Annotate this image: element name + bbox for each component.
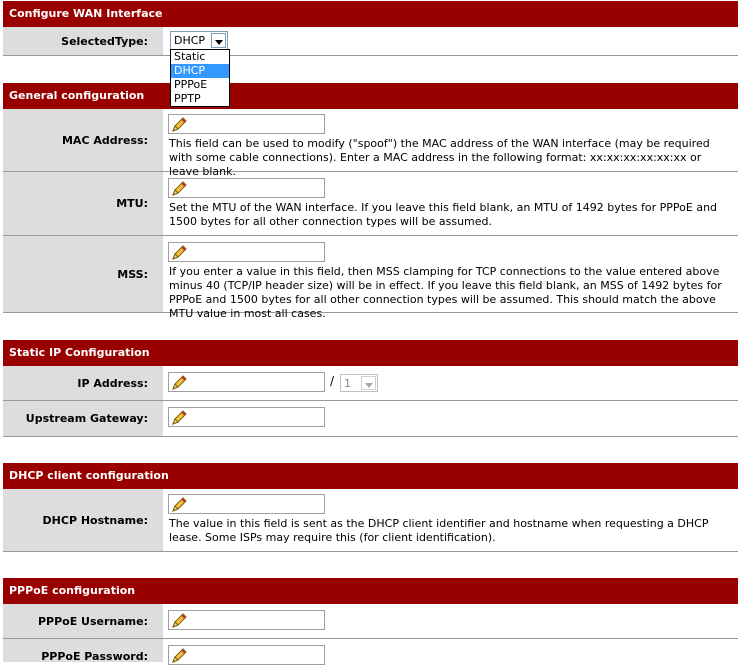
mac-row: MAC Address: This field can be used to m… — [3, 109, 738, 178]
pencil-icon — [172, 497, 187, 512]
subnet-value: 1 — [344, 377, 351, 390]
selected-type-label: SelectedType: — [3, 27, 163, 55]
dhcp-hostname-row: DHCP Hostname: The value in this field i… — [3, 489, 738, 552]
dhcp-client-header: DHCP client configuration — [3, 463, 738, 489]
option-pppoe[interactable]: PPPoE — [171, 78, 229, 92]
ip-address-input[interactable] — [168, 372, 325, 392]
ip-address-row: IP Address: / 1 — [3, 366, 738, 401]
pencil-icon — [172, 648, 187, 663]
mtu-input[interactable] — [168, 178, 325, 198]
pencil-icon — [172, 613, 187, 628]
pppoe-username-label: PPPoE Username: — [3, 604, 163, 638]
option-static[interactable]: Static — [171, 50, 229, 64]
pppoe-header: PPPoE configuration — [3, 578, 738, 604]
gateway-input[interactable] — [168, 407, 325, 427]
mtu-row: MTU: Set the MTU of the WAN interface. I… — [3, 172, 738, 236]
pencil-icon — [172, 181, 187, 196]
configure-wan-header: Configure WAN Interface — [3, 1, 738, 27]
gateway-label: Upstream Gateway: — [3, 401, 163, 436]
selected-type-row: SelectedType: DHCP — [3, 27, 738, 56]
option-pptp[interactable]: PPTP — [171, 92, 229, 106]
ip-address-label: IP Address: — [3, 366, 163, 400]
mss-input[interactable] — [168, 242, 325, 262]
subnet-select[interactable]: 1 — [340, 374, 378, 392]
subnet-slash: / — [330, 374, 335, 388]
pppoe-username-input[interactable] — [168, 610, 325, 630]
pencil-icon — [172, 375, 187, 390]
mss-row: MSS: If you enter a value in this field,… — [3, 236, 738, 320]
pppoe-password-input[interactable] — [168, 645, 325, 665]
static-ip-header: Static IP Configuration — [3, 340, 738, 366]
selected-type-select[interactable]: DHCP — [170, 31, 228, 50]
dhcp-hostname-label: DHCP Hostname: — [3, 489, 163, 551]
pencil-icon — [172, 117, 187, 132]
pencil-icon — [172, 410, 187, 425]
chevron-down-icon[interactable] — [211, 33, 226, 48]
dhcp-hostname-description: The value in this field is sent as the D… — [169, 517, 709, 544]
general-config-header: General configuration — [3, 83, 738, 109]
gateway-row: Upstream Gateway: — [3, 401, 738, 437]
pencil-icon — [172, 245, 187, 260]
type-dropdown-list[interactable]: Static DHCP PPPoE PPTP — [170, 49, 230, 107]
mtu-label: MTU: — [3, 172, 163, 235]
mss-description: If you enter a value in this field, then… — [169, 265, 722, 320]
mac-label: MAC Address: — [3, 109, 163, 171]
dhcp-hostname-input[interactable] — [168, 494, 325, 514]
mss-label: MSS: — [3, 236, 163, 312]
pppoe-password-label: PPPoE Password: — [3, 639, 163, 663]
pppoe-username-row: PPPoE Username: — [3, 604, 738, 639]
selected-type-value: DHCP — [174, 34, 206, 47]
option-dhcp[interactable]: DHCP — [171, 64, 229, 78]
mtu-description: Set the MTU of the WAN interface. If you… — [169, 201, 718, 228]
chevron-down-icon[interactable] — [361, 376, 376, 390]
pppoe-password-row: PPPoE Password: — [3, 639, 738, 665]
mac-input[interactable] — [168, 114, 325, 134]
